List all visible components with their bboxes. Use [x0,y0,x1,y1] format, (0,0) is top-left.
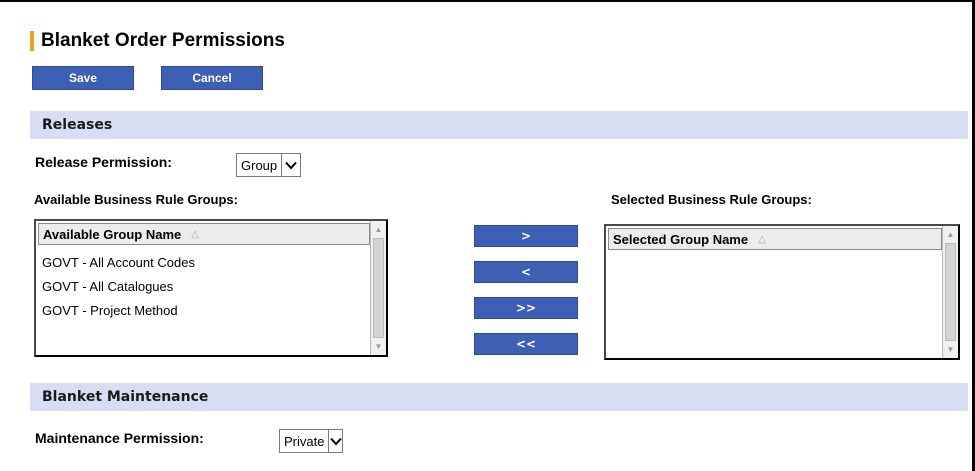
sort-ascending-icon: △ [758,233,766,245]
scroll-up-arrow-icon[interactable]: ▲ [371,222,386,237]
title-accent-bar [30,31,34,51]
maintenance-permission-value: Private [284,433,325,449]
remove-all-button[interactable]: << [474,333,578,355]
selected-group-name-column-header[interactable]: Selected Group Name △ [608,228,942,250]
column-header-label: Selected Group Name [613,231,749,247]
column-header-label: Available Group Name [43,226,182,242]
add-selected-button[interactable]: > [474,225,578,247]
release-permission-select[interactable]: Group [236,153,301,177]
scrollbar-thumb[interactable] [373,238,384,338]
scrollbar-thumb[interactable] [945,243,956,341]
available-group-name-column-header[interactable]: Available Group Name △ [38,223,370,245]
sort-ascending-icon: △ [191,228,199,240]
list-item[interactable]: GOVT - Project Method [42,299,195,323]
selected-groups-label: Selected Business Rule Groups: [611,192,812,207]
save-button[interactable]: Save [32,66,134,90]
chevron-down-icon[interactable] [281,154,300,176]
blanket-maintenance-section-header: Blanket Maintenance [30,383,968,411]
list-item[interactable]: GOVT - All Account Codes [42,251,195,275]
release-permission-label: Release Permission: [35,154,172,170]
page-frame: Blanket Order Permissions Save Cancel Re… [0,0,975,471]
scroll-down-arrow-icon[interactable]: ▼ [943,342,958,357]
scroll-up-arrow-icon[interactable]: ▲ [943,227,958,242]
selected-list-scrollbar[interactable]: ▲ ▼ [942,226,958,358]
available-list-scrollbar[interactable]: ▲ ▼ [370,221,386,355]
available-groups-items: GOVT - All Account Codes GOVT - All Cata… [42,251,195,323]
available-groups-label: Available Business Rule Groups: [34,192,238,207]
scroll-down-arrow-icon[interactable]: ▼ [371,339,386,354]
cancel-button[interactable]: Cancel [161,66,263,90]
available-groups-listbox[interactable]: Available Group Name △ GOVT - All Accoun… [34,219,388,357]
release-permission-value: Group [241,157,278,173]
chevron-down-icon[interactable] [328,430,342,452]
maintenance-permission-label: Maintenance Permission: [35,430,204,446]
maintenance-permission-select[interactable]: Private [279,429,343,453]
list-item[interactable]: GOVT - All Catalogues [42,275,195,299]
remove-selected-button[interactable]: < [474,261,578,283]
selected-groups-listbox[interactable]: Selected Group Name △ ▲ ▼ [604,224,960,360]
page-title: Blanket Order Permissions [41,30,285,51]
add-all-button[interactable]: >> [474,297,578,319]
page-title-row: Blanket Order Permissions [30,29,285,53]
releases-section-header: Releases [30,111,968,139]
